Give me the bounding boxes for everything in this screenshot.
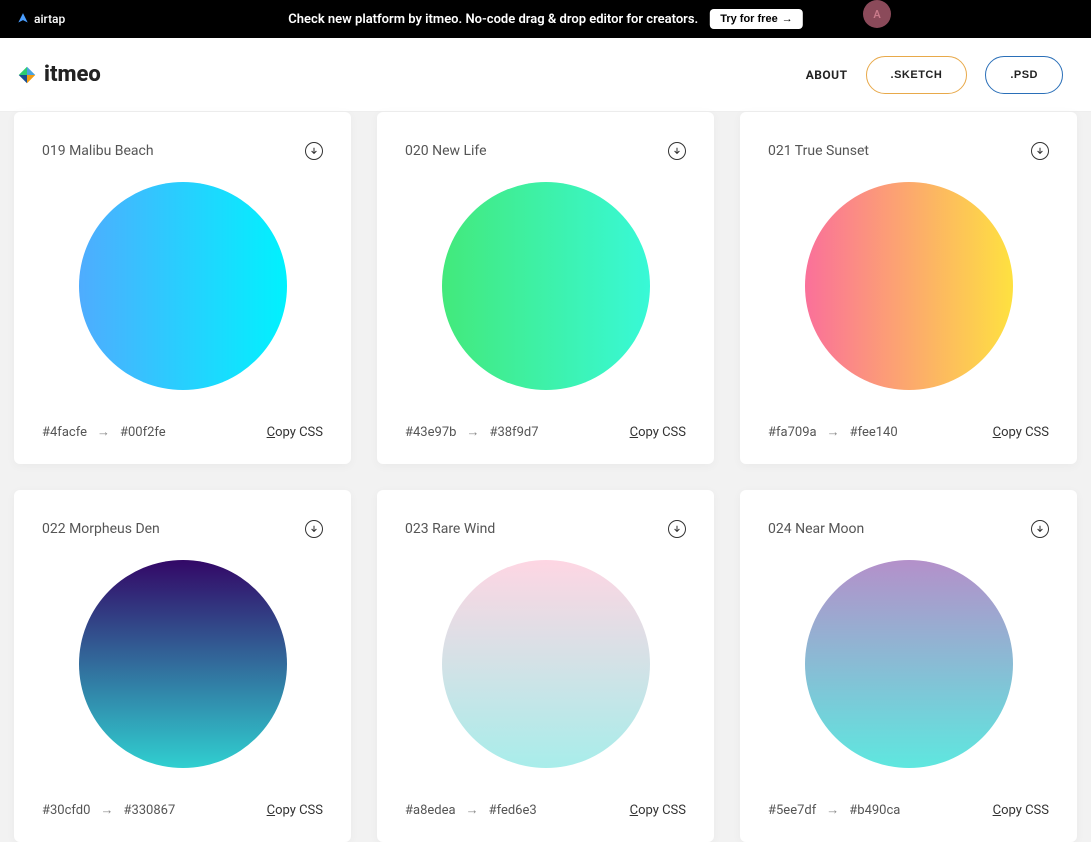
card-title: 023 Rare Wind [405, 521, 495, 537]
try-free-button[interactable]: Try for free → [710, 9, 802, 29]
download-icon[interactable] [305, 520, 323, 538]
arrow-icon: → [466, 424, 479, 440]
gradient-card: 021 True Sunset #fa709a → #fee140 Copy C… [740, 112, 1077, 464]
color-to: #330867 [123, 803, 175, 818]
card-title: 019 Malibu Beach [42, 143, 154, 159]
arrow-right-icon: → [782, 13, 793, 25]
card-header: 020 New Life [405, 142, 686, 160]
color-to: #00f2fe [120, 425, 166, 440]
gradient-preview[interactable] [442, 182, 650, 390]
color-to: #b490ca [849, 803, 900, 818]
gradient-card: 023 Rare Wind #a8edea → #fed6e3 Copy CSS [377, 490, 714, 842]
card-header: 022 Morpheus Den [42, 520, 323, 538]
card-footer: #fa709a → #fee140 Copy CSS [768, 424, 1049, 440]
download-icon[interactable] [668, 142, 686, 160]
gradient-preview[interactable] [442, 560, 650, 768]
card-header: 019 Malibu Beach [42, 142, 323, 160]
color-from: #43e97b [405, 425, 456, 440]
copy-css-button[interactable]: Copy CSS [267, 803, 323, 818]
download-icon[interactable] [305, 142, 323, 160]
card-header: 024 Near Moon [768, 520, 1049, 538]
gradient-card: 019 Malibu Beach #4facfe → #00f2fe Copy … [14, 112, 351, 464]
airtap-logo[interactable]: airtap [16, 12, 65, 26]
navbar: itmeo ABOUT .SKETCH .PSD [0, 38, 1091, 112]
gradient-preview[interactable] [805, 560, 1013, 768]
banner-text: Check new platform by itmeo. No-code dra… [288, 12, 698, 27]
arrow-icon: → [97, 424, 110, 440]
color-to: #38f9d7 [489, 425, 538, 440]
gradient-preview[interactable] [805, 182, 1013, 390]
arrow-icon: → [826, 802, 839, 818]
card-footer: #4facfe → #00f2fe Copy CSS [42, 424, 323, 440]
logo-text: itmeo [44, 62, 101, 87]
content: 019 Malibu Beach #4facfe → #00f2fe Copy … [0, 112, 1091, 842]
color-from: #fa709a [768, 425, 817, 440]
sketch-button[interactable]: .SKETCH [866, 56, 968, 94]
color-from: #5ee7df [768, 803, 816, 818]
color-codes: #5ee7df → #b490ca [768, 802, 900, 818]
nav-about[interactable]: ABOUT [806, 68, 848, 82]
airtap-text: airtap [34, 12, 65, 26]
try-free-label: Try for free [720, 13, 777, 25]
card-footer: #5ee7df → #b490ca Copy CSS [768, 802, 1049, 818]
gradient-preview[interactable] [79, 182, 287, 390]
card-title: 022 Morpheus Den [42, 521, 160, 537]
itmeo-logo[interactable]: itmeo [16, 62, 101, 87]
banner-center: Check new platform by itmeo. No-code dra… [288, 9, 802, 29]
download-icon[interactable] [1031, 142, 1049, 160]
airtap-icon [16, 12, 30, 26]
arrow-icon: → [466, 802, 479, 818]
color-to: #fed6e3 [489, 803, 537, 818]
color-from: #30cfd0 [42, 803, 90, 818]
color-codes: #fa709a → #fee140 [768, 424, 898, 440]
itmeo-icon [16, 64, 38, 86]
avatar[interactable]: A [863, 0, 891, 28]
gradient-card: 024 Near Moon #5ee7df → #b490ca Copy CSS [740, 490, 1077, 842]
copy-css-button[interactable]: Copy CSS [993, 803, 1049, 818]
color-codes: #a8edea → #fed6e3 [405, 802, 537, 818]
gradient-grid: 019 Malibu Beach #4facfe → #00f2fe Copy … [0, 112, 1091, 842]
download-icon[interactable] [668, 520, 686, 538]
copy-css-button[interactable]: Copy CSS [267, 425, 323, 440]
copy-css-button[interactable]: Copy CSS [993, 425, 1049, 440]
card-header: 021 True Sunset [768, 142, 1049, 160]
gradient-card: 022 Morpheus Den #30cfd0 → #330867 Copy … [14, 490, 351, 842]
card-footer: #30cfd0 → #330867 Copy CSS [42, 802, 323, 818]
copy-css-button[interactable]: Copy CSS [630, 803, 686, 818]
color-codes: #4facfe → #00f2fe [42, 424, 166, 440]
card-footer: #43e97b → #38f9d7 Copy CSS [405, 424, 686, 440]
card-header: 023 Rare Wind [405, 520, 686, 538]
color-from: #4facfe [42, 425, 87, 440]
card-title: 024 Near Moon [768, 521, 864, 537]
color-from: #a8edea [405, 803, 456, 818]
gradient-preview[interactable] [79, 560, 287, 768]
download-icon[interactable] [1031, 520, 1049, 538]
color-codes: #30cfd0 → #330867 [42, 802, 175, 818]
card-title: 021 True Sunset [768, 143, 869, 159]
top-banner: airtap Check new platform by itmeo. No-c… [0, 0, 1091, 38]
card-title: 020 New Life [405, 143, 487, 159]
color-codes: #43e97b → #38f9d7 [405, 424, 539, 440]
card-footer: #a8edea → #fed6e3 Copy CSS [405, 802, 686, 818]
nav-right: ABOUT .SKETCH .PSD [806, 56, 1063, 94]
arrow-icon: → [100, 802, 113, 818]
avatar-initial: A [873, 8, 880, 21]
color-to: #fee140 [850, 425, 898, 440]
psd-button[interactable]: .PSD [985, 56, 1063, 94]
arrow-icon: → [827, 424, 840, 440]
gradient-card: 020 New Life #43e97b → #38f9d7 Copy CSS [377, 112, 714, 464]
copy-css-button[interactable]: Copy CSS [630, 425, 686, 440]
